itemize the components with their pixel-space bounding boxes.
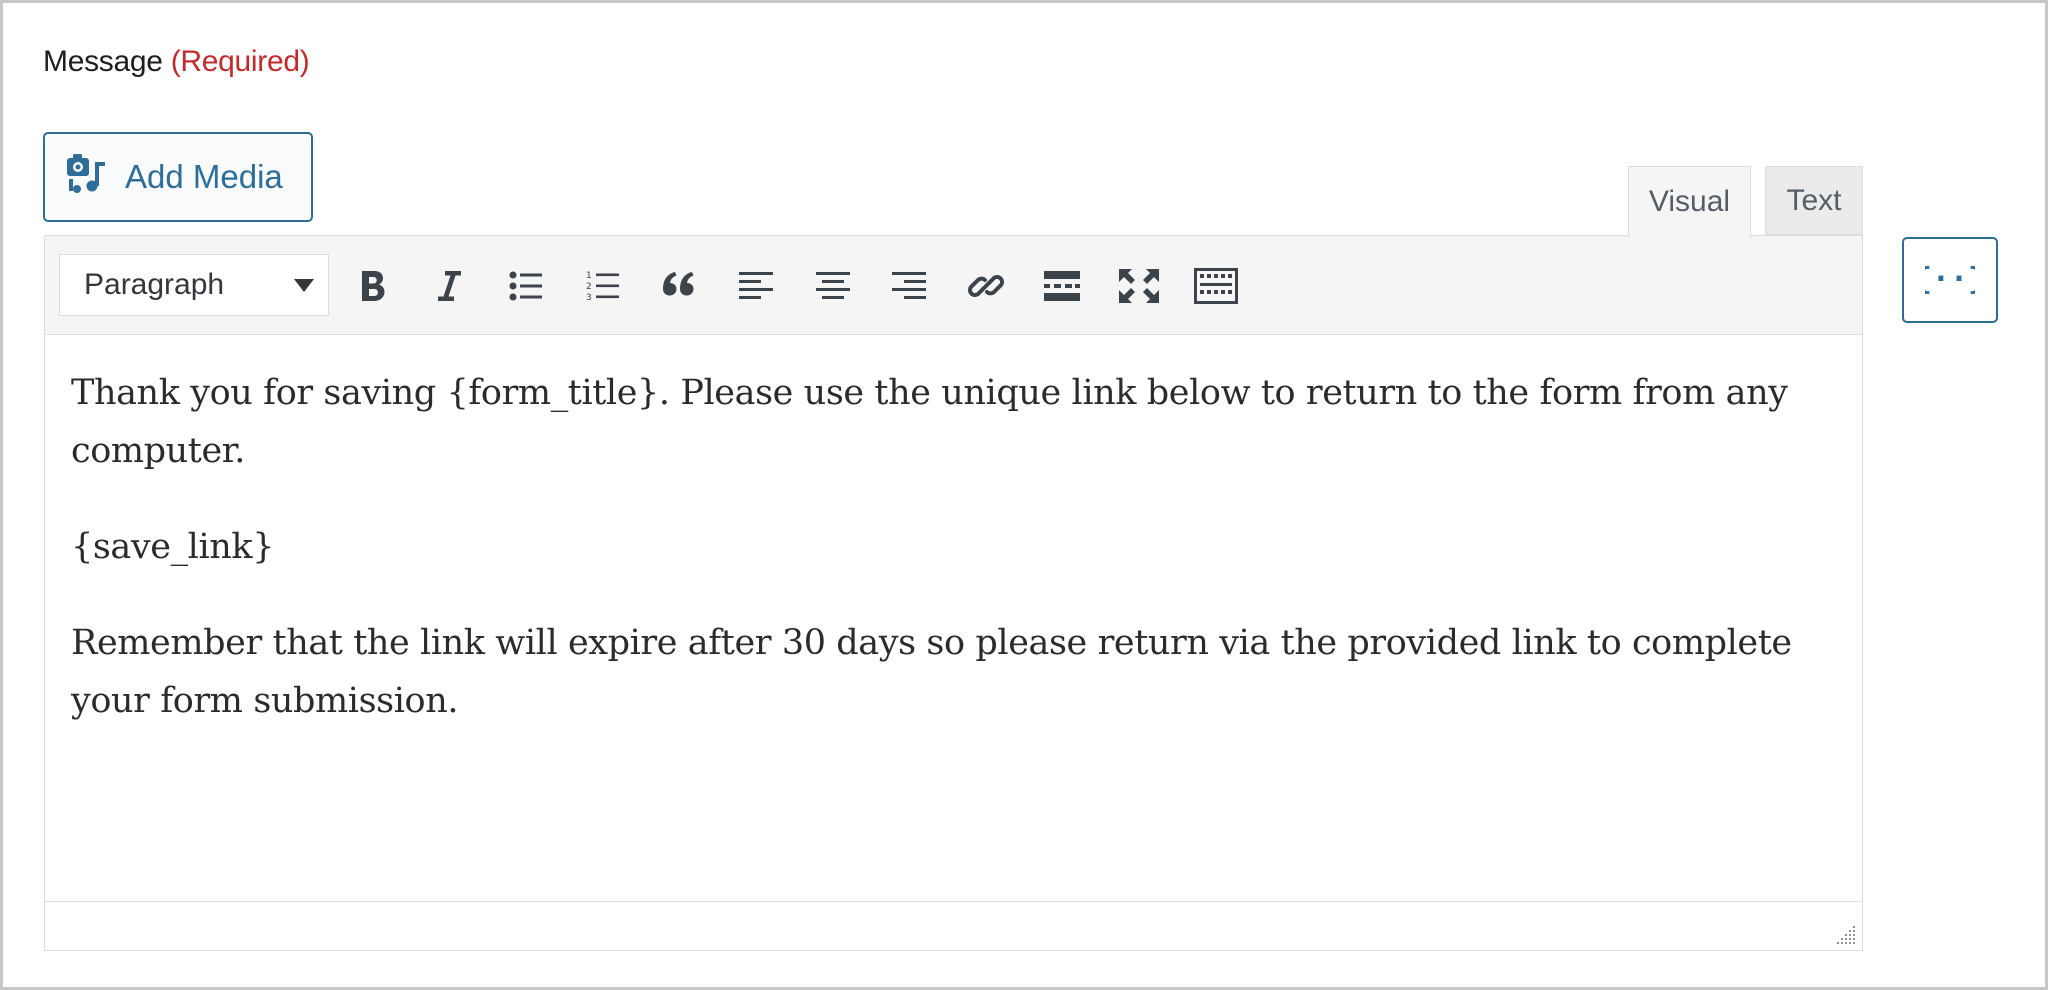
align-left-icon	[739, 272, 773, 299]
tab-text[interactable]: Text	[1765, 166, 1863, 235]
bullet-list-button[interactable]	[496, 256, 556, 316]
read-more-button[interactable]	[1032, 256, 1092, 316]
bullet-list-icon	[509, 271, 542, 301]
editor-content[interactable]: Thank you for saving {form_title}. Pleas…	[71, 364, 1841, 768]
numbered-list-button[interactable]: 1 2 3	[573, 256, 633, 316]
align-center-icon	[816, 272, 850, 299]
caret-down-icon	[294, 279, 314, 292]
add-media-button[interactable]: Add Media	[43, 132, 313, 222]
italic-icon	[438, 271, 461, 301]
merge-tags-button[interactable]: {··}	[1902, 237, 1998, 323]
bold-button[interactable]	[343, 256, 403, 316]
svg-text:3: 3	[586, 293, 592, 303]
merge-tags-icon: {··}	[1925, 263, 1975, 297]
tab-visual-label: Visual	[1648, 185, 1731, 218]
insert-link-button[interactable]	[956, 256, 1016, 316]
italic-button[interactable]	[419, 256, 479, 316]
content-paragraph[interactable]: Remember that the link will expire after…	[71, 614, 1841, 730]
toolbar-toggle-button[interactable]	[1186, 256, 1246, 316]
align-center-button[interactable]	[803, 256, 863, 316]
blockquote-icon	[663, 272, 694, 296]
svg-text:2: 2	[586, 282, 592, 292]
bold-icon	[362, 271, 385, 301]
tab-text-label: Text	[1786, 183, 1842, 217]
form-field-panel: Message (Required) Add Media Visual Text	[0, 0, 2048, 990]
svg-text:{··}: {··}	[1925, 263, 1975, 297]
blockquote-button[interactable]	[649, 256, 709, 316]
add-media-label: Add Media	[125, 158, 283, 195]
link-icon	[968, 275, 1004, 297]
fullscreen-button[interactable]	[1109, 256, 1169, 316]
format-select[interactable]: Paragraph	[59, 254, 329, 316]
fullscreen-icon	[1119, 269, 1159, 303]
align-right-button[interactable]	[879, 256, 939, 316]
align-left-button[interactable]	[726, 256, 786, 316]
resize-handle-icon[interactable]	[1834, 923, 1856, 945]
editor-statusbar	[45, 901, 1862, 951]
media-icon	[65, 152, 125, 202]
toolbar-toggle-icon	[1194, 268, 1238, 304]
field-label-text: Message	[43, 45, 163, 78]
rich-text-editor: Paragraph 1 2 3 Thank you for saving {fo…	[44, 235, 1863, 951]
tab-visual[interactable]: Visual	[1628, 166, 1751, 237]
content-paragraph[interactable]: Thank you for saving {form_title}. Pleas…	[71, 364, 1841, 480]
read-more-icon	[1044, 271, 1080, 301]
numbered-list-icon: 1 2 3	[586, 271, 619, 303]
format-select-value: Paragraph	[84, 268, 225, 301]
content-paragraph[interactable]: {save_link}	[71, 518, 1841, 576]
field-label: Message (Required)	[43, 45, 310, 79]
editor-toolbar: Paragraph 1 2 3	[45, 236, 1862, 335]
align-right-icon	[892, 272, 926, 299]
svg-text:1: 1	[586, 271, 592, 281]
required-indicator: (Required)	[170, 45, 310, 78]
